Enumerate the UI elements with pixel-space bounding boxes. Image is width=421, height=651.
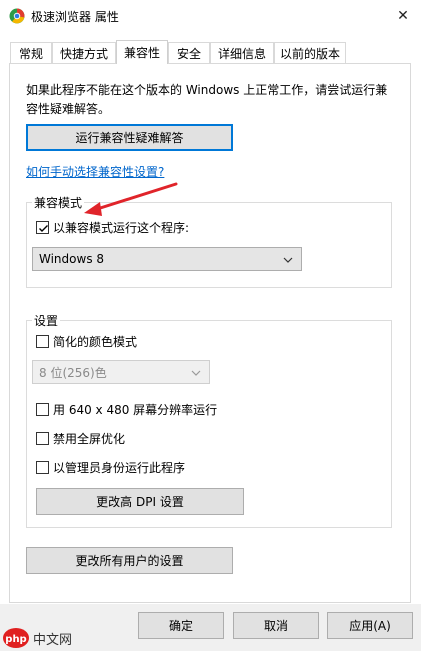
tab-details[interactable]: 详细信息 [210, 42, 274, 63]
tab-previous-versions[interactable]: 以前的版本 [274, 42, 346, 63]
compat-mode-checkbox[interactable] [36, 221, 49, 234]
annotation-arrow-icon [84, 182, 178, 216]
compat-mode-checkbox-row[interactable]: 以兼容模式运行这个程序: [36, 219, 189, 236]
site-watermark: php 中文网 [2, 625, 84, 651]
run-troubleshooter-button[interactable]: 运行兼容性疑难解答 [26, 124, 233, 151]
window-title: 极速浏览器 属性 [31, 10, 119, 24]
svg-text:php: php [5, 634, 26, 645]
tab-compatibility[interactable]: 兼容性 [116, 40, 168, 64]
color-depth-select: 8 位(256)色 [32, 360, 210, 384]
os-version-select[interactable]: Windows 8 [32, 247, 302, 271]
tab-general[interactable]: 常规 [10, 42, 52, 63]
change-all-users-button[interactable]: 更改所有用户的设置 [26, 547, 233, 574]
run-admin-checkbox[interactable] [36, 461, 49, 474]
chevron-down-icon [191, 367, 201, 381]
browser-app-icon [9, 8, 25, 24]
disable-fullscreen-checkbox[interactable] [36, 432, 49, 445]
os-version-value: Windows 8 [39, 252, 105, 266]
tab-shortcut[interactable]: 快捷方式 [52, 42, 116, 63]
reduced-color-row[interactable]: 简化的颜色模式 [36, 333, 137, 350]
run-admin-label: 以管理员身份运行此程序 [53, 461, 186, 475]
change-dpi-button[interactable]: 更改高 DPI 设置 [36, 488, 244, 515]
watermark-brand: 中文网 [33, 632, 73, 648]
res-640-row[interactable]: 用 640 x 480 屏幕分辨率运行 [36, 401, 217, 418]
php-logo-icon: php [3, 628, 29, 648]
close-icon: ✕ [397, 8, 409, 24]
settings-group-label: 设置 [32, 312, 61, 329]
close-button[interactable]: ✕ [385, 0, 421, 32]
ok-button[interactable]: 确定 [138, 612, 224, 639]
compat-help-text: 如果此程序不能在这个版本的 Windows 上正常工作，请尝试运行兼 容性疑难解… [26, 83, 388, 116]
res-640-label: 用 640 x 480 屏幕分辨率运行 [53, 403, 218, 417]
chevron-down-icon [283, 254, 293, 268]
disable-fullscreen-label: 禁用全屏优化 [53, 432, 126, 446]
color-depth-value: 8 位(256)色 [39, 365, 107, 380]
compat-mode-checkbox-label: 以兼容模式运行这个程序: [53, 221, 190, 235]
reduced-color-checkbox[interactable] [36, 335, 49, 348]
cancel-button[interactable]: 取消 [233, 612, 319, 639]
tab-security[interactable]: 安全 [168, 42, 210, 63]
compat-mode-group-label: 兼容模式 [32, 194, 85, 211]
run-admin-row[interactable]: 以管理员身份运行此程序 [36, 459, 185, 476]
res-640-checkbox[interactable] [36, 403, 49, 416]
disable-fullscreen-row[interactable]: 禁用全屏优化 [36, 430, 125, 447]
reduced-color-label: 简化的颜色模式 [53, 335, 138, 349]
manual-compat-link[interactable]: 如何手动选择兼容性设置? [26, 163, 164, 180]
apply-button[interactable]: 应用(A) [327, 612, 413, 639]
